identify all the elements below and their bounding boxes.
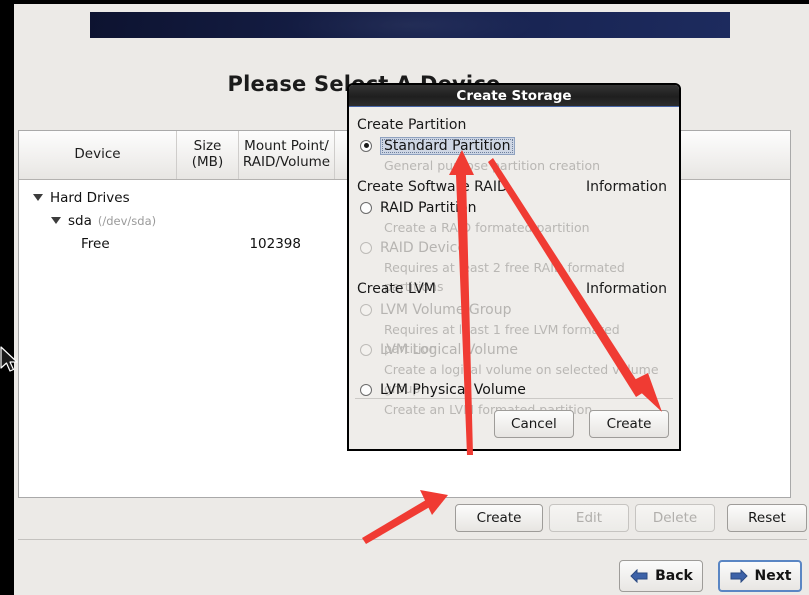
delete-button: Delete	[635, 504, 715, 532]
create-storage-dialog[interactable]: Create Storage Create Partition Standard…	[347, 83, 681, 451]
dialog-divider	[355, 398, 673, 399]
back-button-label: Back	[655, 568, 693, 584]
radio-raid-device	[360, 241, 372, 254]
column-header-size[interactable]: Size (MB)	[177, 131, 239, 179]
option-desc-raid-device: Requires at least 2 free RAID formated p…	[384, 260, 625, 294]
dialog-create-button[interactable]: Create	[589, 410, 669, 438]
option-label-lvm-logical-volume: LVM Logical Volume	[380, 341, 518, 358]
section-title: Create Software RAID	[357, 179, 508, 195]
radio-standard-partition[interactable]	[360, 139, 372, 152]
option-lvm-physical-volume[interactable]: LVM Physical Volume	[357, 379, 671, 400]
option-desc-standard-partition: General purpose partition creation	[384, 158, 601, 173]
header-banner	[90, 1, 730, 49]
option-lvm-volume-group: LVM Volume Group	[357, 299, 671, 320]
row-device-cell: Hard Drives	[19, 190, 191, 206]
option-label-raid-partition: RAID Partition	[380, 199, 477, 216]
mouse-cursor	[0, 346, 18, 372]
section-header-create-lvm: Create LVM Information	[357, 281, 671, 297]
back-button[interactable]: Back	[619, 560, 703, 592]
radio-lvm-volume-group	[360, 303, 372, 316]
radio-lvm-logical-volume	[360, 343, 372, 356]
option-label-lvm-volume-group: LVM Volume Group	[380, 301, 512, 318]
row-device-path: (/dev/sda)	[97, 213, 157, 228]
option-label-lvm-physical-volume: LVM Physical Volume	[380, 381, 526, 398]
next-button[interactable]: Next	[718, 560, 802, 592]
column-header-size-line1: Size	[193, 138, 222, 155]
chevron-down-icon[interactable]	[51, 217, 61, 224]
column-header-mountpoint[interactable]: Mount Point/ RAID/Volume	[239, 131, 335, 179]
row-device-label: sda	[68, 212, 92, 229]
section-info-link-lvm[interactable]: Information	[586, 281, 667, 297]
section-header-create-partition: Create Partition	[357, 117, 671, 133]
section-info-link-raid[interactable]: Information	[586, 179, 667, 195]
column-header-mount-line1: Mount Point/	[244, 138, 329, 155]
column-header-mount-line2: RAID/Volume	[242, 154, 331, 170]
chevron-down-icon[interactable]	[33, 194, 43, 201]
dialog-cancel-button[interactable]: Cancel	[493, 410, 574, 438]
dialog-title-bar: Create Storage	[349, 85, 679, 107]
navigation-bar: https://blog.csdn.net/qq_45371556 Back N…	[14, 560, 809, 594]
column-header-device[interactable]: Device	[19, 131, 177, 179]
radio-raid-partition[interactable]	[360, 201, 372, 214]
row-device-cell: sda (/dev/sda)	[19, 213, 209, 229]
create-button[interactable]: Create	[455, 504, 543, 532]
option-raid-partition[interactable]: RAID Partition	[357, 197, 671, 218]
footer-divider	[18, 539, 807, 540]
section-title: Create LVM	[357, 281, 436, 297]
row-size-cell: 102398	[249, 235, 301, 252]
option-desc-lvm-logical-volume: Create a logical volume on selected volu…	[384, 362, 659, 396]
row-device-cell: Free	[19, 236, 239, 252]
arrow-right-icon	[729, 568, 749, 584]
section-title: Create Partition	[357, 117, 467, 133]
radio-lvm-physical-volume[interactable]	[360, 383, 372, 396]
reset-button[interactable]: Reset	[727, 504, 807, 532]
option-label-standard-partition: Standard Partition	[380, 136, 515, 155]
edit-button: Edit	[549, 504, 629, 532]
option-lvm-logical-volume: LVM Logical Volume	[357, 339, 671, 360]
dialog-action-bar: Cancel Create	[484, 410, 669, 438]
option-label-raid-device: RAID Device	[380, 239, 466, 256]
option-standard-partition[interactable]: Standard Partition	[357, 135, 671, 156]
next-button-label: Next	[754, 568, 792, 584]
table-action-bar: Create Edit Delete Reset	[14, 504, 807, 534]
dialog-body: Create Partition Standard Partition Gene…	[349, 107, 679, 419]
option-desc-lvm-volume-group: Requires at least 1 free LVM formated pa…	[384, 322, 620, 356]
column-header-size-line2: (MB)	[191, 154, 224, 170]
option-raid-device: RAID Device	[357, 237, 671, 258]
banner-sheen	[282, 1, 538, 49]
row-device-label: Hard Drives	[50, 189, 130, 206]
screen: Please Select A Device Device Size (MB) …	[0, 0, 809, 595]
row-device-label: Free	[81, 235, 110, 252]
dialog-title: Create Storage	[456, 87, 572, 104]
option-desc-raid-partition: Create a RAID formated partition	[384, 220, 590, 235]
section-header-software-raid: Create Software RAID Information	[357, 179, 671, 195]
arrow-left-icon	[629, 568, 649, 584]
